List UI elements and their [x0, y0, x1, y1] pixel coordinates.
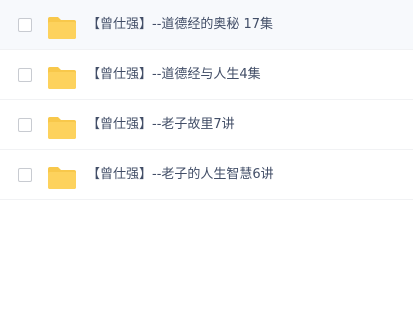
list-item[interactable]: 【曾仕强】--道德经与人生4集: [0, 50, 413, 100]
list-item[interactable]: 【曾仕强】--道德经的奥秘 17集: [0, 0, 413, 50]
row-checkbox[interactable]: [18, 18, 32, 32]
file-list: 【曾仕强】--道德经的奥秘 17集 【曾仕强】--道德经与人生4集 【曾仕强】-…: [0, 0, 413, 200]
folder-icon: [47, 116, 77, 140]
file-name[interactable]: 【曾仕强】--老子的人生智慧6讲: [87, 150, 274, 200]
folder-icon: [47, 16, 77, 40]
folder-icon: [47, 166, 77, 190]
file-name[interactable]: 【曾仕强】--道德经与人生4集: [87, 50, 261, 100]
file-name[interactable]: 【曾仕强】--老子故里7讲: [87, 100, 235, 150]
row-checkbox[interactable]: [18, 68, 32, 82]
row-checkbox[interactable]: [18, 118, 32, 132]
list-item[interactable]: 【曾仕强】--老子的人生智慧6讲: [0, 150, 413, 200]
folder-icon: [47, 66, 77, 90]
row-checkbox[interactable]: [18, 168, 32, 182]
file-name[interactable]: 【曾仕强】--道德经的奥秘 17集: [87, 0, 273, 50]
list-item[interactable]: 【曾仕强】--老子故里7讲: [0, 100, 413, 150]
